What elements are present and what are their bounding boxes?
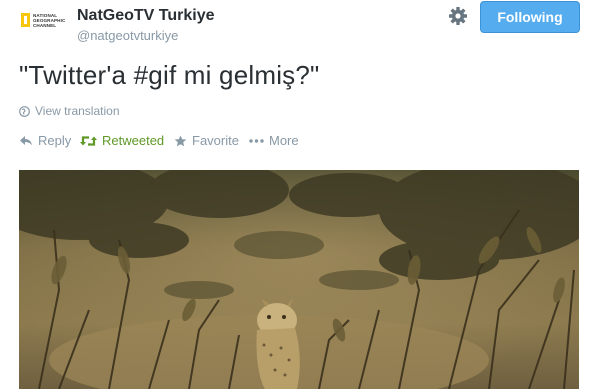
view-translation-link[interactable]: View translation <box>19 104 120 118</box>
retweet-icon <box>80 135 97 146</box>
globe-icon <box>19 105 30 117</box>
reply-label: Reply <box>38 133 72 148</box>
tweet-media-gif[interactable] <box>19 170 579 389</box>
avatar-logo-text: NATIONAL GEOGRAPHIC CHANNEL <box>33 13 66 28</box>
more-action[interactable]: More <box>249 133 299 148</box>
gear-icon[interactable] <box>448 6 468 26</box>
reply-action[interactable]: Reply <box>19 133 71 148</box>
avatar[interactable]: NATIONAL GEOGRAPHIC CHANNEL <box>19 10 65 50</box>
favorite-label: Favorite <box>192 133 239 148</box>
star-icon <box>174 135 187 146</box>
favorite-action[interactable]: Favorite <box>174 133 239 148</box>
reply-icon <box>20 135 32 145</box>
retweeted-label: Retweeted <box>102 133 165 148</box>
retweet-action[interactable]: Retweeted <box>80 133 164 148</box>
gif-image <box>19 170 579 389</box>
cheetah-figure <box>256 298 300 389</box>
tweet-text: "Twitter'a #gif mi gelmiş?" <box>19 60 320 90</box>
following-button[interactable]: Following <box>480 1 580 33</box>
more-dots-icon <box>249 138 264 143</box>
nat-geo-frame-logo <box>21 13 30 27</box>
user-handle[interactable]: @natgeotvturkiye <box>77 28 178 43</box>
more-label: More <box>269 133 299 148</box>
display-name[interactable]: NatGeoTV Turkiye <box>77 7 215 25</box>
view-translation-label: View translation <box>35 104 120 118</box>
